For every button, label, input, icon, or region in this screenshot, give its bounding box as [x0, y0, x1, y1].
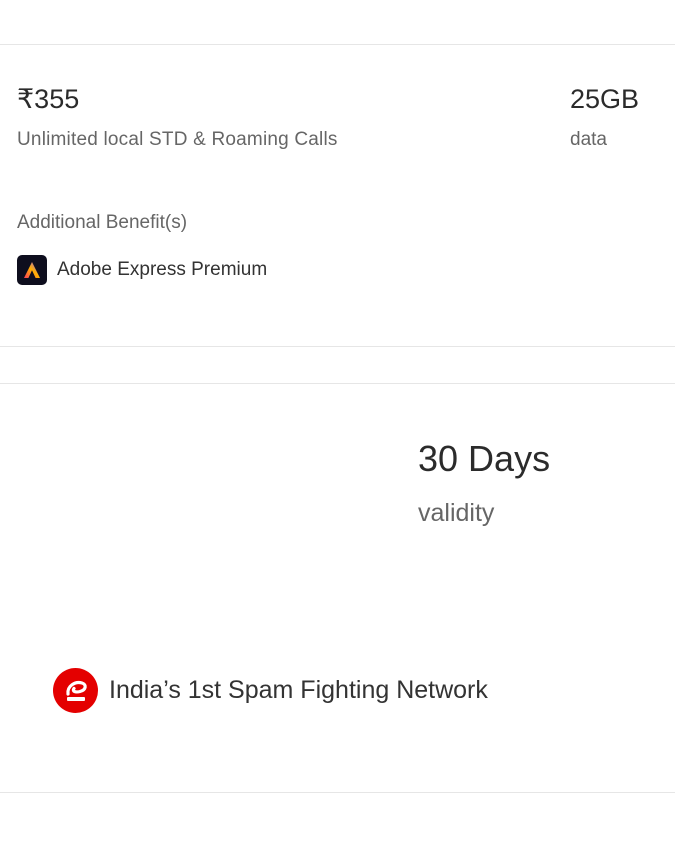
benefit-item[interactable]: Adobe Express Premium [17, 255, 267, 285]
section-divider [0, 383, 675, 384]
additional-benefits-title: Additional Benefit(s) [17, 212, 188, 233]
airtel-logo-icon [53, 668, 98, 713]
spam-tagline: India’s 1st Spam Fighting Network [109, 676, 488, 704]
plan-price: ₹355 [17, 84, 80, 114]
calls-benefit: Unlimited local STD & Roaming Calls [17, 129, 338, 150]
validity-label: validity [418, 499, 495, 527]
adobe-express-icon [17, 255, 47, 285]
benefit-name: Adobe Express Premium [57, 259, 268, 280]
data-amount: 25GB [570, 84, 640, 114]
section-divider [0, 346, 675, 347]
spam-fighting-banner: India’s 1st Spam Fighting Network [53, 668, 488, 713]
top-divider [0, 44, 675, 45]
data-label: data [570, 129, 607, 150]
validity-value: 30 Days [418, 438, 551, 479]
bottom-divider [0, 792, 675, 793]
